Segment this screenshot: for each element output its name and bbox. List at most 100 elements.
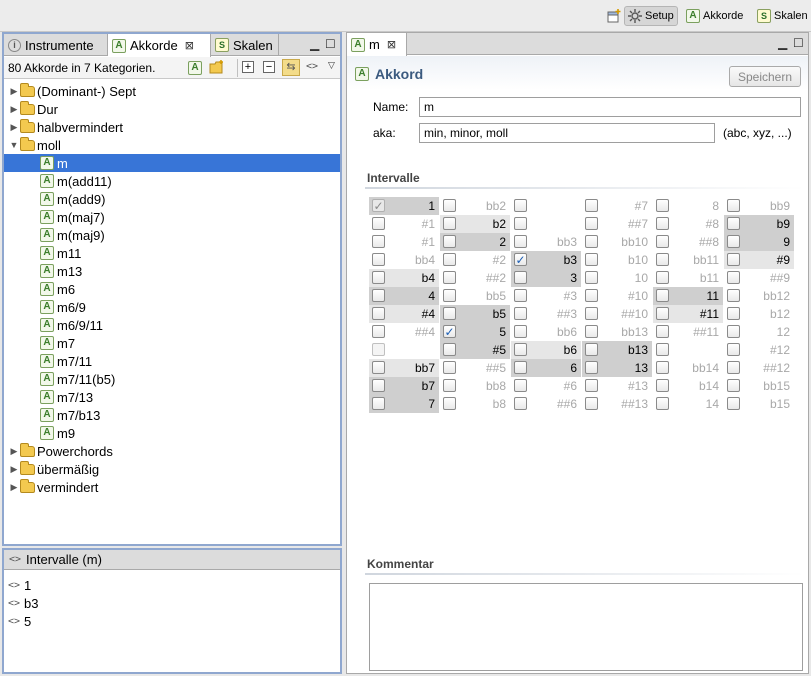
list-item[interactable]: <> 1 [8, 576, 338, 594]
new-chord-icon[interactable]: A [188, 61, 202, 75]
interval-checkbox[interactable] [727, 379, 740, 392]
interval-checkbox[interactable] [372, 271, 385, 284]
interval-checkbox[interactable] [443, 379, 456, 392]
tree-item[interactable]: Am(add9) [4, 190, 340, 208]
tree-item[interactable]: Am7/13 [4, 388, 340, 406]
interval-checkbox[interactable] [585, 325, 598, 338]
list-item[interactable]: <> 5 [8, 612, 338, 630]
interval-checkbox[interactable] [514, 361, 527, 374]
interval-checkbox[interactable] [443, 253, 456, 266]
editor-tab-m[interactable]: A m ⊠ [347, 33, 407, 56]
tree-folder[interactable]: ▶ (Dominant-) Sept [4, 82, 340, 100]
interval-checkbox[interactable] [656, 217, 669, 230]
collapse-all-icon[interactable]: − [263, 61, 275, 73]
interval-checkbox[interactable] [372, 235, 385, 248]
minimize-icon[interactable]: ▁ [778, 36, 787, 50]
interval-checkbox[interactable] [585, 271, 598, 284]
tree-item[interactable]: Am7 [4, 334, 340, 352]
tree-folder[interactable]: ▼ moll [4, 136, 340, 154]
tree-item[interactable]: Am13 [4, 262, 340, 280]
interval-checkbox[interactable] [443, 397, 456, 410]
interval-checkbox[interactable] [656, 253, 669, 266]
interval-checkbox[interactable] [514, 325, 527, 338]
expanded-arrow-icon[interactable]: ▼ [8, 140, 20, 150]
tree-item[interactable]: Am7/11 [4, 352, 340, 370]
interval-checkbox[interactable] [585, 217, 598, 230]
tree-item[interactable]: Am6/9 [4, 298, 340, 316]
maximize-icon[interactable]: ☐ [793, 36, 804, 50]
interval-checkbox[interactable] [514, 343, 527, 356]
interval-checkbox[interactable] [727, 253, 740, 266]
interval-checkbox[interactable] [443, 199, 456, 212]
tree-item[interactable]: Am6/9/11 [4, 316, 340, 334]
interval-checkbox[interactable] [656, 289, 669, 302]
maximize-icon[interactable]: ☐ [325, 37, 336, 51]
interval-checkbox[interactable] [656, 325, 669, 338]
interval-checkbox[interactable] [372, 307, 385, 320]
tab-akkorde[interactable]: A Akkorde ⊠ [108, 34, 211, 57]
show-intervals-icon[interactable]: <> [306, 61, 318, 72]
interval-checkbox[interactable] [727, 307, 740, 320]
minimize-icon[interactable]: ▁ [310, 37, 319, 51]
interval-checkbox[interactable] [656, 379, 669, 392]
tree-item[interactable]: Am6 [4, 280, 340, 298]
tab-instrumente[interactable]: i Instrumente [4, 34, 108, 56]
tree-item[interactable]: Am11 [4, 244, 340, 262]
view-menu-icon[interactable]: ▽ [328, 60, 335, 71]
interval-checkbox[interactable] [585, 343, 598, 356]
collapsed-arrow-icon[interactable]: ▶ [8, 122, 20, 133]
tree-item[interactable]: Am7/b13 [4, 406, 340, 424]
interval-checkbox[interactable] [656, 271, 669, 284]
interval-checkbox[interactable] [443, 361, 456, 374]
tree-folder[interactable]: ▶ übermäßig [4, 460, 340, 478]
interval-checkbox[interactable] [727, 271, 740, 284]
interval-checkbox[interactable]: ✓ [443, 325, 456, 338]
interval-checkbox[interactable] [372, 361, 385, 374]
interval-checkbox[interactable] [727, 343, 740, 356]
collapsed-arrow-icon[interactable]: ▶ [8, 86, 20, 97]
interval-checkbox[interactable] [727, 235, 740, 248]
aka-field[interactable]: min, minor, moll [419, 123, 715, 143]
tree-folder[interactable]: ▶ vermindert [4, 478, 340, 496]
interval-checkbox[interactable]: ✓ [514, 253, 527, 266]
interval-checkbox[interactable] [514, 235, 527, 248]
interval-checkbox[interactable] [656, 343, 669, 356]
interval-checkbox[interactable] [514, 217, 527, 230]
comment-textarea[interactable] [369, 583, 803, 671]
interval-checkbox[interactable] [656, 199, 669, 212]
interval-checkbox[interactable] [585, 289, 598, 302]
interval-checkbox[interactable] [372, 379, 385, 392]
tab-skalen[interactable]: S Skalen [211, 34, 279, 56]
save-button[interactable]: Speichern [729, 66, 801, 87]
open-perspective-button[interactable] [604, 6, 624, 26]
interval-checkbox[interactable] [372, 289, 385, 302]
collapsed-arrow-icon[interactable]: ▶ [8, 482, 20, 493]
perspective-skalen-button[interactable]: S Skalen [754, 6, 811, 26]
interval-checkbox[interactable] [727, 199, 740, 212]
tree-folder[interactable]: ▶ halbvermindert [4, 118, 340, 136]
interval-checkbox[interactable] [372, 343, 385, 356]
collapsed-arrow-icon[interactable]: ▶ [8, 446, 20, 457]
tree-item[interactable]: Am7/11(b5) [4, 370, 340, 388]
interval-checkbox[interactable] [656, 361, 669, 374]
list-item[interactable]: <> b3 [8, 594, 338, 612]
tree-item[interactable]: Am9 [4, 424, 340, 442]
interval-checkbox[interactable] [443, 343, 456, 356]
interval-checkbox[interactable] [656, 397, 669, 410]
interval-checkbox[interactable] [443, 307, 456, 320]
interval-checkbox[interactable] [727, 325, 740, 338]
close-tab-icon[interactable]: ⊠ [185, 39, 194, 52]
perspective-setup-button[interactable]: Setup [624, 6, 678, 26]
interval-checkbox[interactable] [514, 271, 527, 284]
interval-checkbox[interactable] [727, 397, 740, 410]
interval-checkbox[interactable] [585, 199, 598, 212]
interval-checkbox[interactable]: ✓ [372, 199, 385, 212]
collapsed-arrow-icon[interactable]: ▶ [8, 464, 20, 475]
interval-checkbox[interactable] [727, 217, 740, 230]
name-field[interactable]: m [419, 97, 801, 117]
link-editor-icon[interactable]: ⇆ [282, 59, 300, 76]
interval-checkbox[interactable] [727, 289, 740, 302]
interval-checkbox[interactable] [585, 253, 598, 266]
interval-checkbox[interactable] [514, 307, 527, 320]
interval-checkbox[interactable] [656, 307, 669, 320]
